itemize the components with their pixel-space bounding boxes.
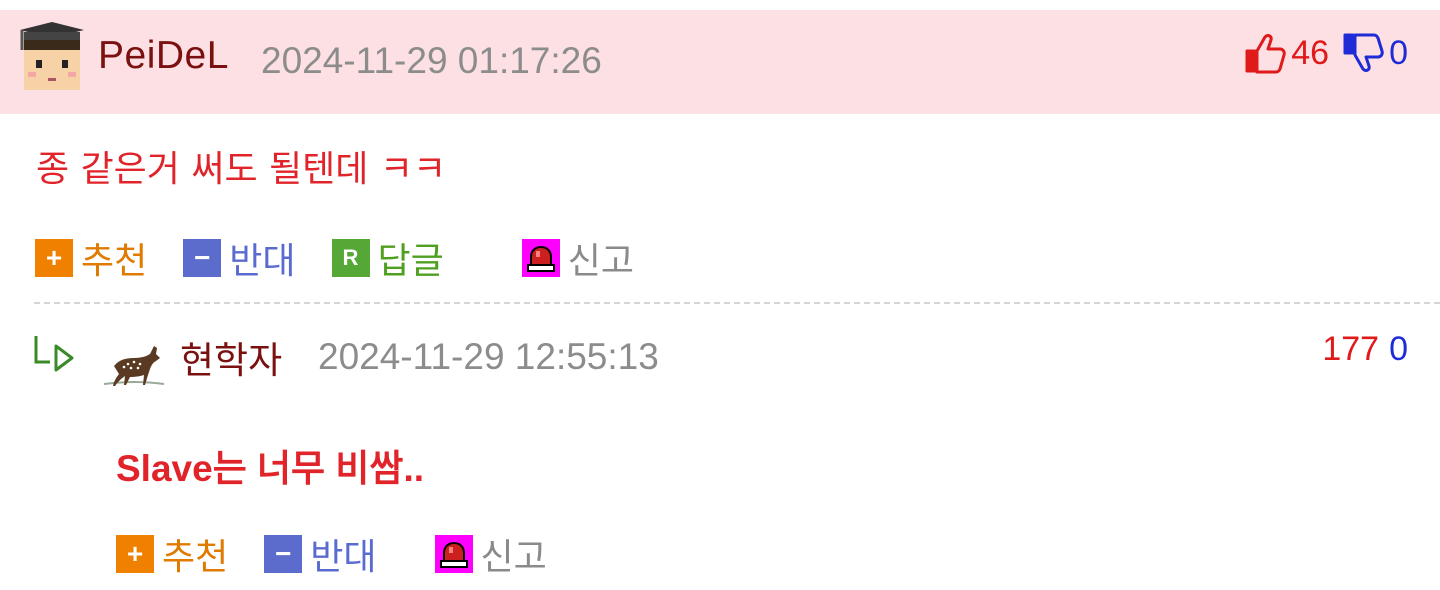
plus-icon: +: [116, 535, 154, 573]
report-button[interactable]: 신고: [521, 232, 634, 284]
comment-datetime: 2024-11-29 01:17:26: [261, 40, 602, 81]
comment-nickname[interactable]: PeiDeL: [98, 34, 229, 78]
recommend-button[interactable]: + 추천: [116, 528, 228, 580]
report-button[interactable]: 신고: [434, 528, 547, 580]
recommend-button[interactable]: + 추천: [35, 232, 147, 284]
graduate-avatar-icon[interactable]: [18, 20, 86, 92]
reply-button[interactable]: R 답글: [331, 232, 444, 284]
minus-icon: −: [183, 239, 222, 277]
comment-body: 종 같은거 써도 될텐데 ㅋㅋ: [36, 149, 447, 190]
vote-counts: 177 0: [1322, 326, 1408, 372]
comment-nickname[interactable]: 현학자: [180, 330, 282, 384]
thumb-down-icon[interactable]: [1341, 31, 1385, 75]
upvote-count: 177: [1322, 329, 1380, 368]
comment-divider: [34, 302, 1440, 304]
comment-actions: + 추천 − 반대 R 답글 신고: [35, 232, 670, 284]
downvote-count: 0: [1389, 329, 1408, 368]
plus-icon: +: [35, 239, 73, 277]
minus-icon: −: [264, 535, 303, 573]
vote-counts: 46 0: [1243, 30, 1408, 76]
oppose-label: 반대: [229, 241, 296, 282]
recommend-label: 추천: [81, 241, 148, 282]
reply-icon: R: [331, 239, 370, 277]
report-label: 신고: [567, 241, 634, 282]
comment-body: Slave는 너무 비쌈..: [116, 448, 425, 489]
siren-icon: [434, 535, 473, 573]
oppose-button[interactable]: − 반대: [183, 232, 296, 284]
comment-datetime: 2024-11-29 12:55:13: [318, 336, 659, 377]
report-label: 신고: [480, 537, 547, 578]
siren-icon: [521, 239, 560, 277]
deer-avatar-icon[interactable]: [100, 340, 168, 386]
comment-actions: + 추천 − 반대 신고: [116, 528, 583, 580]
oppose-button[interactable]: − 반대: [264, 528, 377, 580]
recommend-label: 추천: [162, 537, 229, 578]
oppose-label: 반대: [310, 537, 377, 578]
downvote-count: 0: [1389, 33, 1408, 72]
thumb-up-icon[interactable]: [1243, 31, 1287, 75]
upvote-count: 46: [1291, 33, 1330, 72]
reply-label: 답글: [377, 241, 444, 282]
reply-arrow-icon: [34, 336, 74, 372]
